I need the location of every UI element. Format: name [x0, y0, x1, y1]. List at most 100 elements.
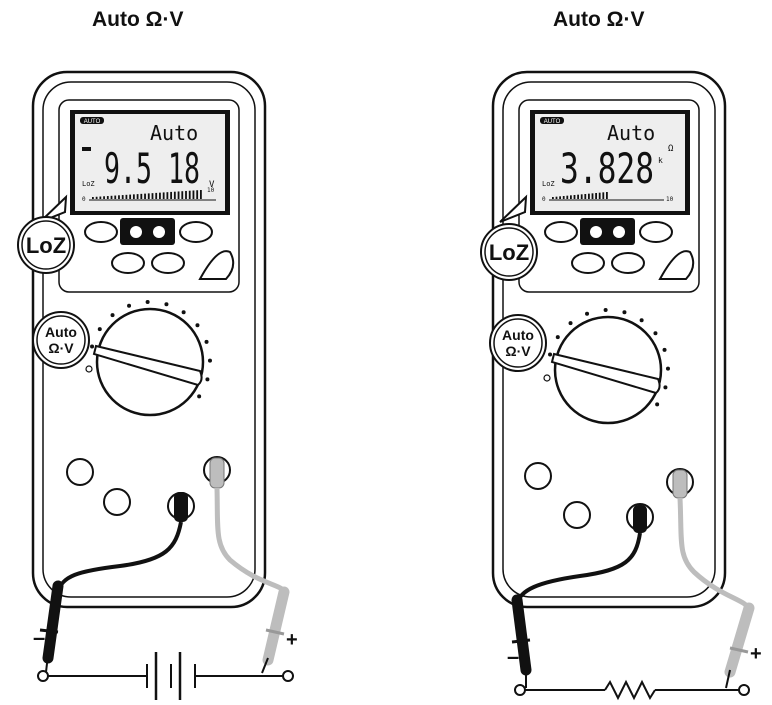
lcd-bar-segment [598, 192, 601, 199]
dial-position-dot [663, 385, 668, 390]
lcd-bar-segment [173, 191, 176, 199]
dial-position-dot [205, 377, 210, 382]
black-probe-plug [174, 492, 188, 522]
lcd-scale-max: 10 [666, 196, 674, 203]
lcd-bar-segment [606, 192, 608, 199]
lcd-bar-segment [181, 191, 184, 199]
lcd-bar-segment [144, 193, 146, 199]
dial-position-dot [603, 308, 608, 313]
lcd-bar-segment [92, 197, 94, 199]
lcd-bar-segment [591, 193, 594, 199]
dial-label-callout: Auto Ω·V [32, 311, 90, 369]
function-button[interactable] [111, 252, 145, 274]
lcd-bar-segment [196, 190, 199, 199]
dial-position-dot [665, 366, 670, 371]
lcd-bar-segment [577, 194, 579, 199]
lcd-scale-max: 10 [207, 187, 215, 194]
lcd-bar-segment [159, 192, 161, 199]
lcd-bar-segment [602, 192, 605, 199]
lcd-bar-segment [552, 197, 554, 199]
lcd-bar-segment [555, 196, 558, 199]
dial-label-callout: Auto Ω·V [489, 314, 547, 372]
lcd-auto-badge-text: AUTO [544, 119, 561, 125]
lcd-bar-segment [103, 196, 105, 199]
dial-label-line2: Ω·V [505, 343, 531, 359]
input-jack[interactable] [66, 458, 94, 486]
lcd-bar-segment [566, 195, 569, 199]
function-button[interactable] [151, 252, 185, 274]
function-button[interactable] [179, 221, 213, 243]
dial-position-dot [197, 394, 202, 399]
red-probe-plug [209, 457, 225, 489]
lcd-bar-segment [559, 196, 561, 199]
dial-position-dot [662, 347, 667, 352]
dial-position-dot [110, 313, 115, 318]
lcd-bar-segment [573, 195, 576, 199]
terminal-left [514, 684, 526, 696]
function-button[interactable] [639, 221, 673, 243]
red-probe-handle [724, 602, 755, 678]
dial-position-dot [181, 310, 186, 315]
function-button[interactable] [611, 252, 645, 274]
lcd-bar-segment [570, 195, 572, 199]
center-button-left[interactable] [590, 226, 602, 238]
loz-callout-label: LoZ [26, 233, 66, 258]
lcd-reading: 3.828 [560, 144, 654, 193]
input-jack[interactable] [103, 488, 131, 516]
center-button-right[interactable] [613, 226, 625, 238]
terminal-right [282, 670, 294, 682]
lcd-prefix: k [658, 156, 663, 165]
resistor-circuit [514, 679, 750, 701]
dial-position-dot [653, 331, 658, 336]
lcd-bar-segment [121, 195, 124, 199]
lcd-bar-segment [595, 193, 597, 199]
dial-position-dot [555, 335, 560, 340]
lcd-bar-segment [95, 196, 98, 199]
dial-position-dot [585, 311, 590, 316]
dial-position-dot [204, 339, 209, 344]
lcd-bar-segment [185, 190, 187, 199]
lcd-auto-badge-text: AUTO [84, 119, 101, 125]
dial-position-dot [90, 344, 95, 349]
dial-position-dot [127, 303, 132, 308]
dial-position-dot [97, 327, 102, 332]
lcd-bar-segment [170, 191, 173, 199]
center-button-right[interactable] [153, 226, 165, 238]
function-button[interactable] [84, 221, 118, 243]
positive-polarity-label: + [286, 629, 298, 651]
center-button-left[interactable] [130, 226, 142, 238]
dial-position-dot [639, 318, 644, 323]
dial-position-dot [164, 302, 169, 307]
center-button-block [120, 218, 175, 245]
lcd-bar-segment [155, 192, 158, 199]
terminal-left [37, 670, 49, 682]
lcd-bar-segment [118, 195, 120, 199]
dial-position-dot [145, 300, 150, 305]
loz-callout-label: LoZ [489, 240, 529, 265]
lcd-bar-segment [140, 193, 143, 199]
input-jack[interactable] [524, 462, 552, 490]
lcd-bar-segment [125, 194, 128, 199]
function-button[interactable] [571, 252, 605, 274]
black-probe-guard [511, 638, 531, 644]
lcd-bar-segment [200, 190, 202, 199]
multimeter-left: AUTO Auto 9.5 18 V LoZ 0 10 LoZ Auto Ω·V… [17, 70, 298, 700]
lcd-bar-segment [99, 196, 102, 199]
lcd-scale-min: 0 [82, 196, 86, 203]
resistor-symbol [604, 679, 656, 701]
lcd-bar-segment [110, 195, 113, 199]
lcd-bar-segment [136, 194, 139, 199]
lcd-unit: Ω [668, 144, 674, 154]
lcd-bar-segment [562, 196, 565, 199]
lcd-mode-text: Auto [607, 121, 655, 145]
input-jack[interactable] [563, 501, 591, 529]
negative-polarity-label: – [33, 625, 45, 650]
lcd-bar-segment [584, 194, 587, 199]
dial-position-dot [195, 323, 200, 328]
multimeter-right: AUTO Auto 3.828 k Ω LoZ 0 10 LoZ Auto Ω·… [480, 70, 762, 701]
lcd-loz-indicator: LoZ [542, 180, 555, 188]
dial-position-dot [548, 352, 553, 357]
lcd-scale-min: 0 [542, 196, 546, 203]
function-button[interactable] [544, 221, 578, 243]
center-button-block [580, 218, 635, 245]
